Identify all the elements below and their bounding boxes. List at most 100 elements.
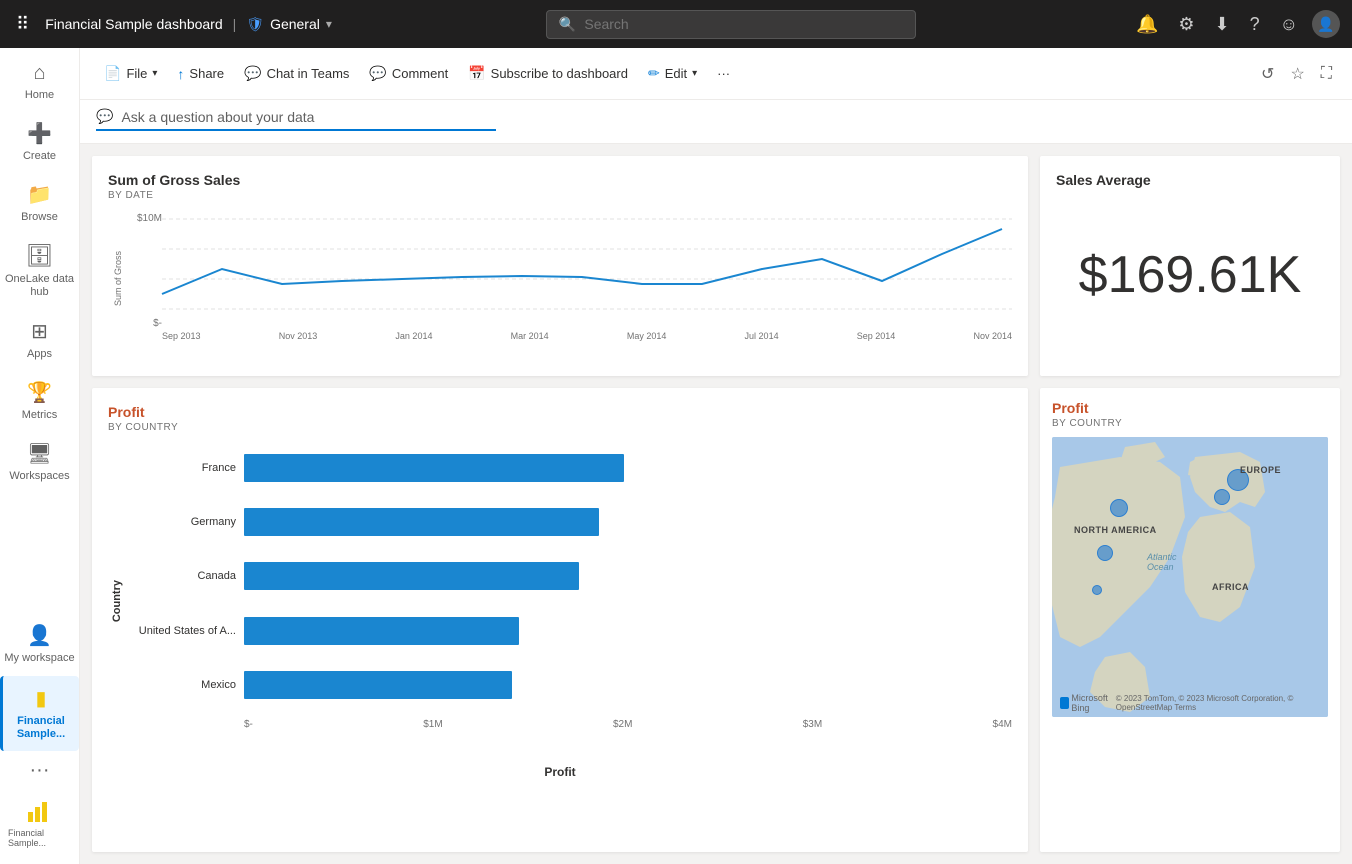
sidebar-item-onelake[interactable]: 🗄 OneLake data hub bbox=[0, 233, 79, 309]
x-mar-2014: Mar 2014 bbox=[511, 331, 549, 341]
nav-icons: 🔔 ⚙ ⬇ ? ☺ 👤 bbox=[1130, 10, 1340, 39]
x-sep-2014: Sep 2014 bbox=[857, 331, 896, 341]
file-chevron: ▾ bbox=[152, 68, 157, 79]
bar-label-canada: Canada bbox=[126, 570, 236, 582]
gross-sales-card: Sum of Gross Sales BY DATE Sum of Gross … bbox=[92, 156, 1028, 376]
sales-avg-value: $169.61K bbox=[1056, 190, 1324, 360]
sidebar-bottom: 👤 My workspace ▮ Financial Sample... ···… bbox=[0, 613, 79, 864]
sidebar-item-financial[interactable]: ▮ Financial Sample... bbox=[0, 676, 79, 751]
bar-fill-usa bbox=[244, 617, 519, 645]
file-button[interactable]: 📄 File ▾ bbox=[96, 59, 165, 88]
subscribe-label: Subscribe to dashboard bbox=[491, 66, 628, 81]
more-button[interactable]: ··· bbox=[709, 60, 738, 87]
bar-chart-container: Country France Germany bbox=[108, 441, 1012, 761]
line-chart-svg bbox=[162, 209, 1012, 324]
map-bubble-mexico bbox=[1092, 585, 1102, 595]
x-nov-2013: Nov 2013 bbox=[279, 331, 318, 341]
sidebar-workspaces-label: Workspaces bbox=[9, 470, 69, 482]
map-svg bbox=[1052, 437, 1328, 717]
bing-icon bbox=[1060, 697, 1069, 709]
refresh-icon[interactable]: ↺ bbox=[1257, 60, 1278, 88]
more-label: ··· bbox=[717, 66, 730, 81]
bar-fill-germany bbox=[244, 508, 599, 536]
sidebar-create-label: Create bbox=[23, 150, 56, 162]
map-copyright: © 2023 TomTom, © 2023 Microsoft Corporat… bbox=[1116, 694, 1320, 712]
search-input[interactable] bbox=[584, 16, 903, 32]
search-box[interactable]: 🔍 bbox=[546, 10, 916, 39]
share-icon: ↑ bbox=[177, 66, 184, 82]
bar-row-germany: Germany bbox=[126, 502, 1012, 542]
edit-chevron: ▾ bbox=[692, 68, 697, 79]
chevron-down-icon[interactable]: ▾ bbox=[326, 17, 332, 31]
settings-icon[interactable]: ⚙ bbox=[1172, 10, 1200, 39]
bar-label-usa: United States of A... bbox=[126, 625, 236, 637]
bar-x-labels: $- $1M $2M $3M $4M bbox=[126, 719, 1012, 730]
subscribe-button[interactable]: 📅 Subscribe to dashboard bbox=[460, 59, 636, 88]
map-eu-label: EUROPE bbox=[1240, 465, 1281, 475]
home-icon: ⌂ bbox=[33, 62, 45, 85]
y-label-10m: $10M bbox=[132, 213, 162, 224]
main-layout: ⌂ Home ➕ Create 📁 Browse 🗄 OneLake data … bbox=[0, 48, 1352, 864]
dashboard: Sum of Gross Sales BY DATE Sum of Gross … bbox=[80, 144, 1352, 864]
x-may-2014: May 2014 bbox=[627, 331, 667, 341]
teams-icon: 💬 bbox=[244, 65, 261, 82]
map-bubble-canada bbox=[1110, 499, 1128, 517]
bar-row-mexico: Mexico bbox=[126, 665, 1012, 705]
chat-in-teams-button[interactable]: 💬 Chat in Teams bbox=[236, 59, 357, 88]
fullscreen-icon[interactable]: ⛶ bbox=[1317, 61, 1336, 87]
x-jan-2014: Jan 2014 bbox=[395, 331, 432, 341]
bar-y-axis-label: Country bbox=[111, 580, 123, 622]
sidebar-item-apps[interactable]: ⊞ Apps bbox=[0, 309, 79, 370]
download-icon[interactable]: ⬇ bbox=[1209, 10, 1236, 39]
sidebar-item-myworkspace[interactable]: 👤 My workspace bbox=[0, 613, 79, 675]
powerbi-label: Financial Sample... bbox=[8, 828, 71, 848]
avatar-icon: 👤 bbox=[1317, 16, 1334, 33]
nav-dots-icon[interactable]: ⠿ bbox=[12, 10, 33, 39]
bar-row-usa: United States of A... bbox=[126, 611, 1012, 651]
help-icon[interactable]: ? bbox=[1244, 10, 1266, 39]
gross-sales-title: Sum of Gross Sales bbox=[108, 172, 1012, 188]
onelake-icon: 🗄 bbox=[26, 243, 54, 269]
x-label-1m: $1M bbox=[423, 719, 442, 730]
profit-map-card: Profit BY COUNTRY bbox=[1040, 388, 1340, 852]
comment-button[interactable]: 💬 Comment bbox=[361, 59, 456, 88]
notification-icon[interactable]: 🔔 bbox=[1130, 10, 1164, 39]
comment-icon: 💬 bbox=[369, 65, 386, 82]
qa-input[interactable]: 💬 Ask a question about your data bbox=[96, 108, 496, 131]
sidebar-item-browse[interactable]: 📁 Browse bbox=[0, 172, 79, 233]
x-sep-2013: Sep 2013 bbox=[162, 331, 201, 341]
edit-button[interactable]: ✏ Edit ▾ bbox=[640, 59, 705, 88]
toolbar-right: ↺ ☆ ⛶ bbox=[1257, 60, 1336, 88]
share-label: Share bbox=[189, 66, 224, 81]
nav-title: Financial Sample dashboard | 🛡 General ▾ bbox=[45, 16, 332, 33]
sidebar-item-home[interactable]: ⌂ Home bbox=[0, 52, 79, 111]
sidebar-home-label: Home bbox=[25, 89, 54, 101]
bar-row-canada: Canada bbox=[126, 556, 1012, 596]
share-button[interactable]: ↑ Share bbox=[169, 60, 232, 88]
sidebar-item-metrics[interactable]: 🏆 Metrics bbox=[0, 370, 79, 431]
myworkspace-icon: 👤 bbox=[27, 623, 52, 648]
gross-sales-subtitle: BY DATE bbox=[108, 190, 1012, 201]
favorite-icon[interactable]: ☆ bbox=[1286, 60, 1308, 88]
x-jul-2014: Jul 2014 bbox=[745, 331, 779, 341]
powerbi-icon bbox=[26, 798, 54, 826]
feedback-icon[interactable]: ☺ bbox=[1274, 10, 1304, 39]
bar-row-france: France bbox=[126, 448, 1012, 488]
sidebar-more-icon[interactable]: ··· bbox=[22, 751, 58, 790]
sales-avg-title: Sales Average bbox=[1056, 172, 1324, 188]
search-icon: 🔍 bbox=[559, 16, 576, 33]
search-container: 🔍 bbox=[344, 10, 1118, 39]
content-area: 📄 File ▾ ↑ Share 💬 Chat in Teams 💬 Comme… bbox=[80, 48, 1352, 864]
sidebar-metrics-label: Metrics bbox=[22, 409, 57, 421]
profit-bar-card: Profit BY COUNTRY Country France bbox=[92, 388, 1028, 852]
sidebar-financial-label: Financial Sample... bbox=[7, 715, 75, 741]
sales-avg-card: Sales Average $169.61K bbox=[1040, 156, 1340, 376]
y-label-0: $- bbox=[132, 318, 162, 329]
user-avatar[interactable]: 👤 bbox=[1312, 10, 1340, 38]
top-nav: ⠿ Financial Sample dashboard | 🛡 General… bbox=[0, 0, 1352, 48]
bar-fill-mexico bbox=[244, 671, 512, 699]
sidebar-item-create[interactable]: ➕ Create bbox=[0, 111, 79, 172]
x-nov-2014: Nov 2014 bbox=[973, 331, 1012, 341]
profit-bar-subtitle: BY COUNTRY bbox=[108, 422, 1012, 433]
sidebar-item-workspaces[interactable]: 🖥 Workspaces bbox=[0, 431, 79, 492]
